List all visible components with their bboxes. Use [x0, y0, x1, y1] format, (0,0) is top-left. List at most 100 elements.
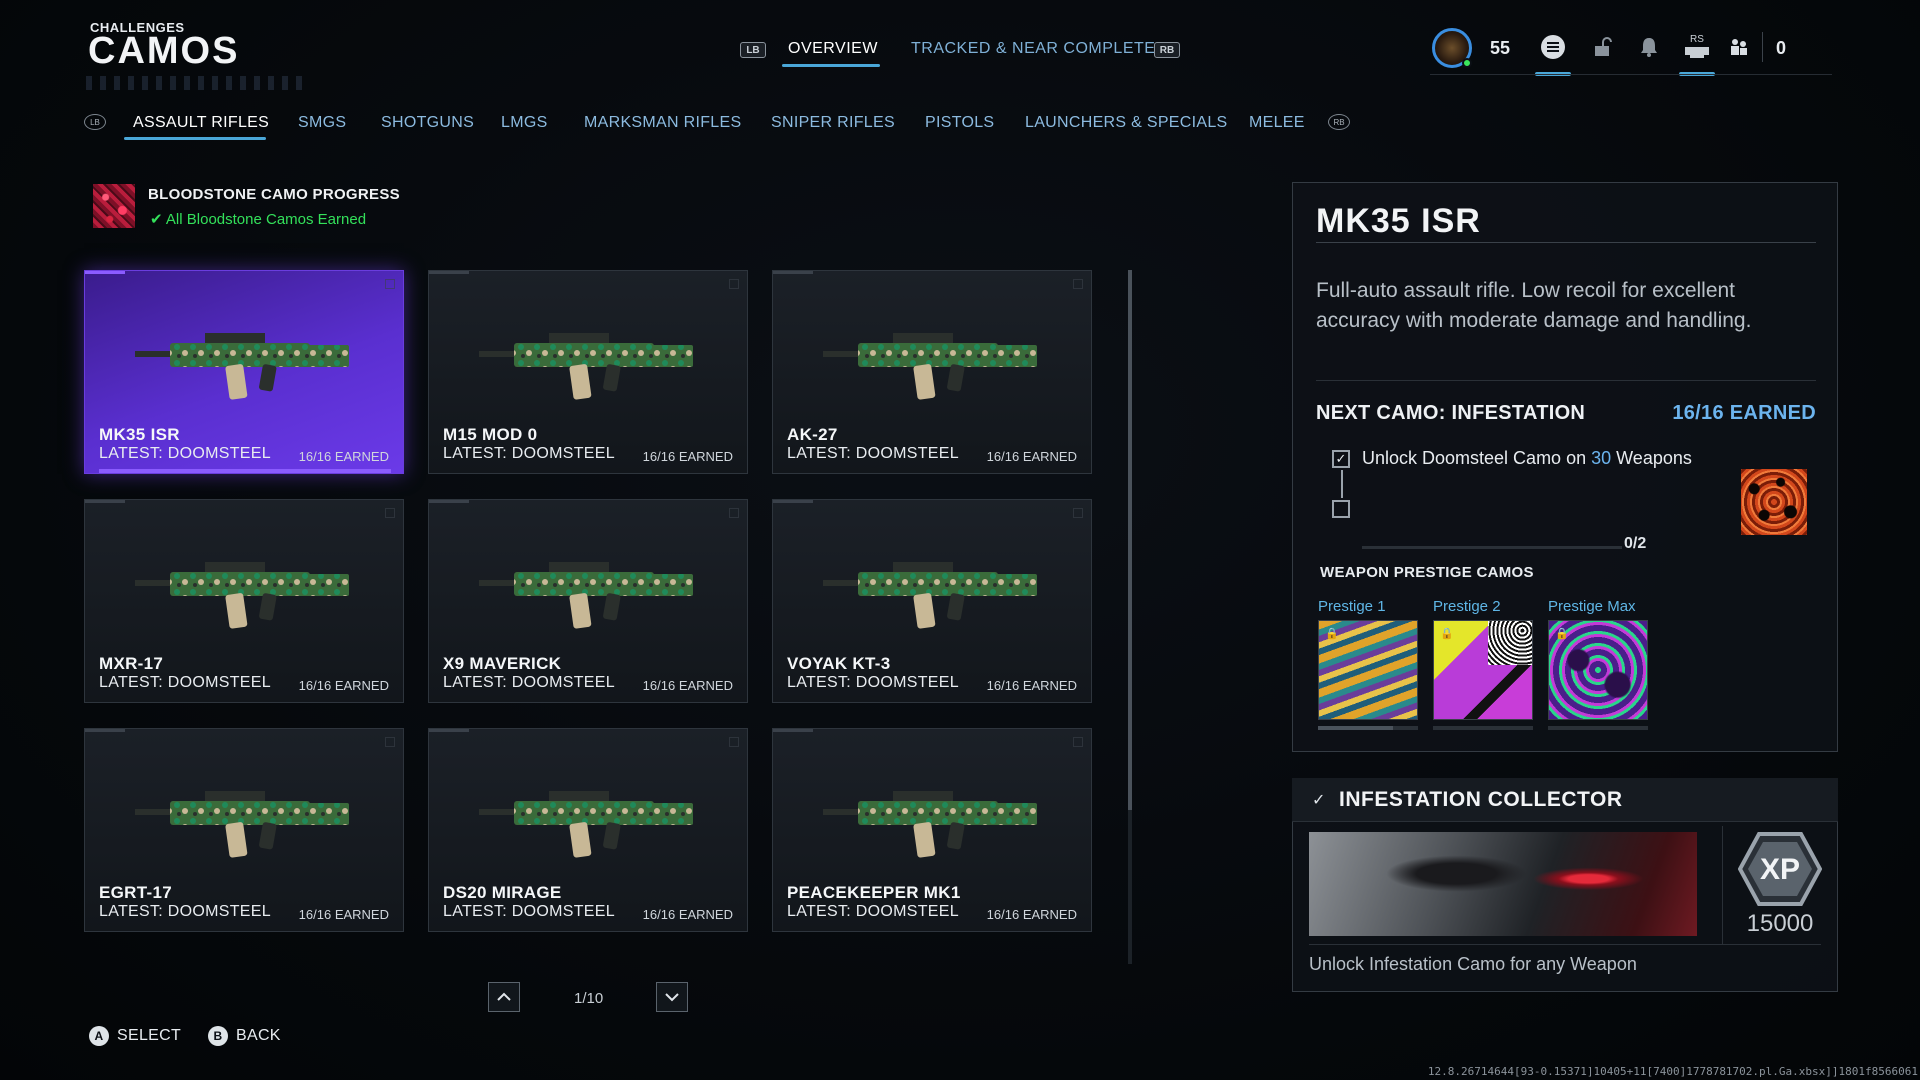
challenge-connector	[1341, 470, 1343, 498]
selected-indicator	[99, 469, 391, 473]
weapon-card[interactable]: MXR-17 LATEST: DOOMSTEEL 16/16 EARNED	[84, 499, 404, 703]
lb-bumper-icon[interactable]: LB	[740, 42, 766, 58]
card-corner-icon	[385, 737, 395, 747]
weapon-rifle-icon	[823, 562, 1037, 629]
category-tab-assault-rifles[interactable]: ASSAULT RIFLES	[133, 114, 269, 132]
challenge-checkbox-empty	[1332, 500, 1350, 518]
challenge-text-pre: Unlock Doomsteel Camo on	[1362, 448, 1592, 468]
card-top-indicator	[773, 500, 813, 503]
page-indicator: 1/10	[574, 990, 604, 1007]
collector-reward-image	[1309, 832, 1697, 936]
weapon-card[interactable]: X9 MAVERICK LATEST: DOOMSTEEL 16/16 EARN…	[428, 499, 748, 703]
rs-store-icon[interactable]: RS	[1682, 32, 1712, 62]
weapon-card[interactable]: MK35 ISR LATEST: DOOMSTEEL 16/16 EARNED	[84, 270, 404, 474]
weapon-earned-count: 16/16 EARNED	[642, 449, 733, 464]
challenge-progress-text: 0/2	[1624, 535, 1647, 552]
tab-tracked-near-complete[interactable]: TRACKED & NEAR COMPLETE	[911, 40, 1155, 58]
rb-bumper-icon[interactable]: RB	[1154, 42, 1180, 58]
tab-active-indicator	[782, 64, 880, 67]
prestige-1-progress-fill	[1318, 726, 1393, 730]
category-tab-marksman-rifles[interactable]: MARKSMAN RIFLES	[584, 114, 741, 132]
party-icon[interactable]	[1724, 32, 1754, 62]
prestige-max-label: Prestige Max	[1548, 598, 1636, 615]
weapon-name: M15 MOD 0	[443, 425, 538, 444]
a-button-icon: A	[89, 1026, 109, 1046]
detail-description: Full-auto assault rifle. Low recoil for …	[1316, 279, 1752, 332]
weapon-earned-count: 16/16 EARNED	[986, 907, 1077, 922]
weapon-earned-count: 16/16 EARNED	[642, 907, 733, 922]
lock-icon: 🔒	[1325, 628, 1339, 640]
prestige-max-camo-tile[interactable]: 🔒	[1548, 620, 1648, 720]
challenge-checkbox-checked: ✓	[1332, 450, 1350, 468]
card-corner-icon	[385, 508, 395, 518]
weapon-rifle-icon	[823, 791, 1037, 858]
category-tab-smgs[interactable]: SMGS	[298, 114, 346, 132]
prestige-1-label: Prestige 1	[1318, 598, 1386, 615]
card-top-indicator	[85, 729, 125, 732]
prestige-2-camo-tile[interactable]: 🔒	[1433, 620, 1533, 720]
weapon-latest-camo: LATEST: DOOMSTEEL	[787, 903, 959, 920]
weapon-card[interactable]: EGRT-17 LATEST: DOOMSTEEL 16/16 EARNED	[84, 728, 404, 932]
weapon-latest-camo: LATEST: DOOMSTEEL	[99, 674, 271, 691]
weapon-rifle-icon	[479, 562, 693, 629]
notification-bell-icon[interactable]	[1634, 32, 1664, 62]
tab-overview[interactable]: OVERVIEW	[788, 40, 878, 58]
detail-title-divider	[1316, 242, 1816, 243]
card-corner-icon	[729, 508, 739, 518]
category-tab-shotguns[interactable]: SHOTGUNS	[381, 114, 474, 132]
weapon-latest-camo: LATEST: DOOMSTEEL	[443, 674, 615, 691]
weapon-card[interactable]: PEACEKEEPER MK1 LATEST: DOOMSTEEL 16/16 …	[772, 728, 1092, 932]
category-tab-pistols[interactable]: PISTOLS	[925, 114, 994, 132]
prestige-1-camo-tile[interactable]: 🔒	[1318, 620, 1418, 720]
weapon-latest-camo: LATEST: DOOMSTEEL	[443, 903, 615, 920]
category-tab-melee[interactable]: MELEE	[1249, 114, 1305, 132]
xp-badge-icon: XP	[1738, 832, 1822, 906]
infestation-camo-thumbnail	[1741, 469, 1807, 535]
card-top-indicator	[773, 729, 813, 732]
weapon-earned-count: 16/16 EARNED	[642, 678, 733, 693]
select-hint[interactable]: A SELECT	[89, 1026, 181, 1046]
bloodstone-status-text: All Bloodstone Camos Earned	[165, 211, 367, 228]
online-status-icon	[1462, 58, 1472, 68]
header-divider	[1430, 74, 1832, 75]
header-decoration	[86, 76, 306, 90]
category-right-bumper-icon[interactable]: RB	[1328, 114, 1350, 130]
prestige-max-progress	[1548, 726, 1648, 730]
unlock-icon[interactable]	[1588, 32, 1618, 62]
prestige-2-progress	[1433, 726, 1533, 730]
bloodstone-status: ✔ All Bloodstone Camos Earned	[150, 210, 366, 228]
bloodstone-progress-title: BLOODSTONE CAMO PROGRESS	[148, 186, 400, 203]
category-tab-sniper-rifles[interactable]: SNIPER RIFLES	[771, 114, 895, 132]
weapon-name: DS20 MIRAGE	[443, 883, 562, 902]
prestige-camos-header: WEAPON PRESTIGE CAMOS	[1320, 564, 1534, 581]
category-tab-launchers-specials[interactable]: LAUNCHERS & SPECIALS	[1025, 114, 1228, 132]
page-up-button[interactable]	[488, 982, 520, 1012]
weapon-rifle-icon	[823, 333, 1037, 400]
weapon-card[interactable]: DS20 MIRAGE LATEST: DOOMSTEEL 16/16 EARN…	[428, 728, 748, 932]
weapon-name: EGRT-17	[99, 883, 172, 902]
chevron-up-icon	[497, 992, 511, 1001]
category-tab-lmgs[interactable]: LMGS	[501, 114, 548, 132]
weapon-earned-count: 16/16 EARNED	[986, 449, 1077, 464]
weapon-card[interactable]: VOYAK KT-3 LATEST: DOOMSTEEL 16/16 EARNE…	[772, 499, 1092, 703]
grid-scrollbar-thumb[interactable]	[1128, 270, 1132, 810]
weapon-name: PEACEKEEPER MK1	[787, 883, 961, 902]
weapon-card[interactable]: M15 MOD 0 LATEST: DOOMSTEEL 16/16 EARNED	[428, 270, 748, 474]
card-top-indicator	[429, 729, 469, 732]
card-corner-icon	[1073, 508, 1083, 518]
lock-icon: 🔒	[1555, 628, 1569, 640]
weapon-latest-camo: LATEST: DOOMSTEEL	[99, 445, 271, 462]
lock-icon: 🔒	[1440, 628, 1454, 640]
category-left-bumper-icon[interactable]: LB	[84, 114, 106, 130]
weapon-earned-count: 16/16 EARNED	[298, 907, 389, 922]
build-string: 12.8.26714644[93-0.15371]10405+11[7400]1…	[1427, 1065, 1918, 1078]
page-title: CAMOS	[88, 30, 240, 72]
select-hint-label: SELECT	[117, 1027, 182, 1044]
weapon-earned-count: 16/16 EARNED	[986, 678, 1077, 693]
card-corner-icon	[729, 737, 739, 747]
page-down-button[interactable]	[656, 982, 688, 1012]
weapon-card[interactable]: AK-27 LATEST: DOOMSTEEL 16/16 EARNED	[772, 270, 1092, 474]
back-hint[interactable]: B BACK	[208, 1026, 281, 1046]
menu-icon[interactable]	[1538, 32, 1568, 62]
card-corner-icon	[729, 279, 739, 289]
